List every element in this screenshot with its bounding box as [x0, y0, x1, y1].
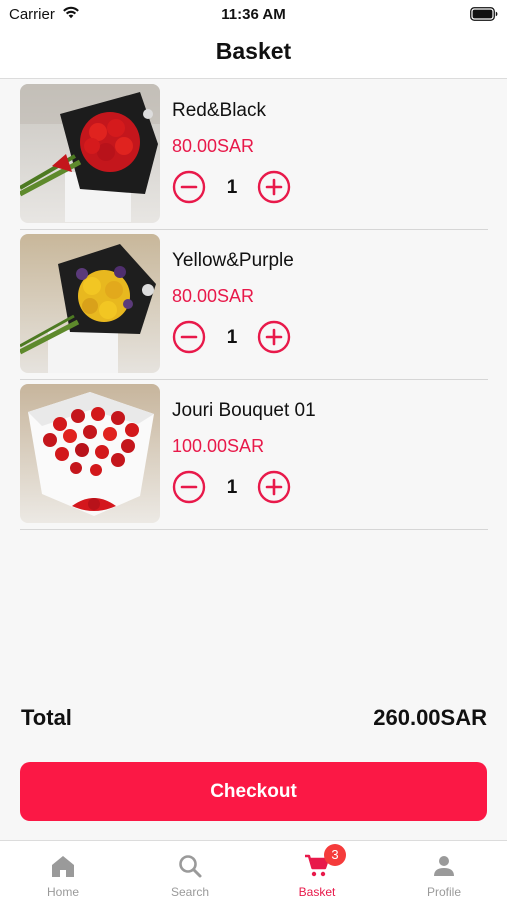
basket-list: Red&Black 80.00SAR 1 Yellow&Purple 80.00…	[20, 80, 488, 530]
total-label: Total	[21, 705, 72, 730]
status-bar: Carrier 11:36 AM	[0, 0, 507, 30]
product-name: Yellow&Purple	[172, 250, 294, 271]
product-price: 80.00SAR	[172, 286, 255, 306]
tab-label: Home	[46, 885, 79, 899]
home-icon	[50, 853, 76, 879]
quantity-value: 1	[226, 477, 238, 498]
total-value: 260.00SAR	[373, 705, 487, 730]
page-title: Basket	[215, 38, 292, 64]
battery-icon	[470, 7, 498, 21]
tab-label: Basket	[298, 885, 336, 899]
search-icon	[177, 853, 203, 879]
status-time: 11:36 AM	[221, 6, 286, 23]
product-image[interactable]	[20, 384, 160, 523]
decrease-quantity-button[interactable]	[172, 470, 206, 504]
quantity-value: 1	[226, 177, 238, 198]
quantity-value: 1	[226, 327, 238, 348]
tab-bar: Home Search 3 Basket Profile	[0, 840, 507, 900]
product-image[interactable]	[20, 84, 160, 223]
cart-count-badge: 3	[324, 844, 346, 866]
tab-search[interactable]: Search	[127, 841, 253, 900]
increase-quantity-button[interactable]	[257, 320, 291, 354]
nav-header: Basket	[0, 30, 507, 79]
product-name: Jouri Bouquet 01	[172, 400, 316, 421]
product-price: 80.00SAR	[172, 136, 255, 156]
checkout-button[interactable]: Checkout	[20, 762, 487, 821]
increase-quantity-button[interactable]	[257, 170, 291, 204]
tab-home[interactable]: Home	[0, 841, 126, 900]
tab-basket[interactable]: 3 Basket	[254, 841, 380, 900]
product-price: 100.00SAR	[172, 436, 265, 456]
decrease-quantity-button[interactable]	[172, 170, 206, 204]
basket-item[interactable]: Red&Black 80.00SAR 1	[20, 80, 488, 230]
tab-label: Profile	[426, 885, 461, 899]
product-image[interactable]	[20, 234, 160, 373]
product-name: Red&Black	[172, 100, 266, 121]
basket-item[interactable]: Yellow&Purple 80.00SAR 1	[20, 230, 488, 380]
decrease-quantity-button[interactable]	[172, 320, 206, 354]
tab-profile[interactable]: Profile	[381, 841, 507, 900]
basket-item[interactable]: Jouri Bouquet 01 100.00SAR 1	[20, 380, 488, 530]
person-icon	[431, 853, 457, 879]
tab-label: Search	[170, 885, 210, 899]
increase-quantity-button[interactable]	[257, 470, 291, 504]
